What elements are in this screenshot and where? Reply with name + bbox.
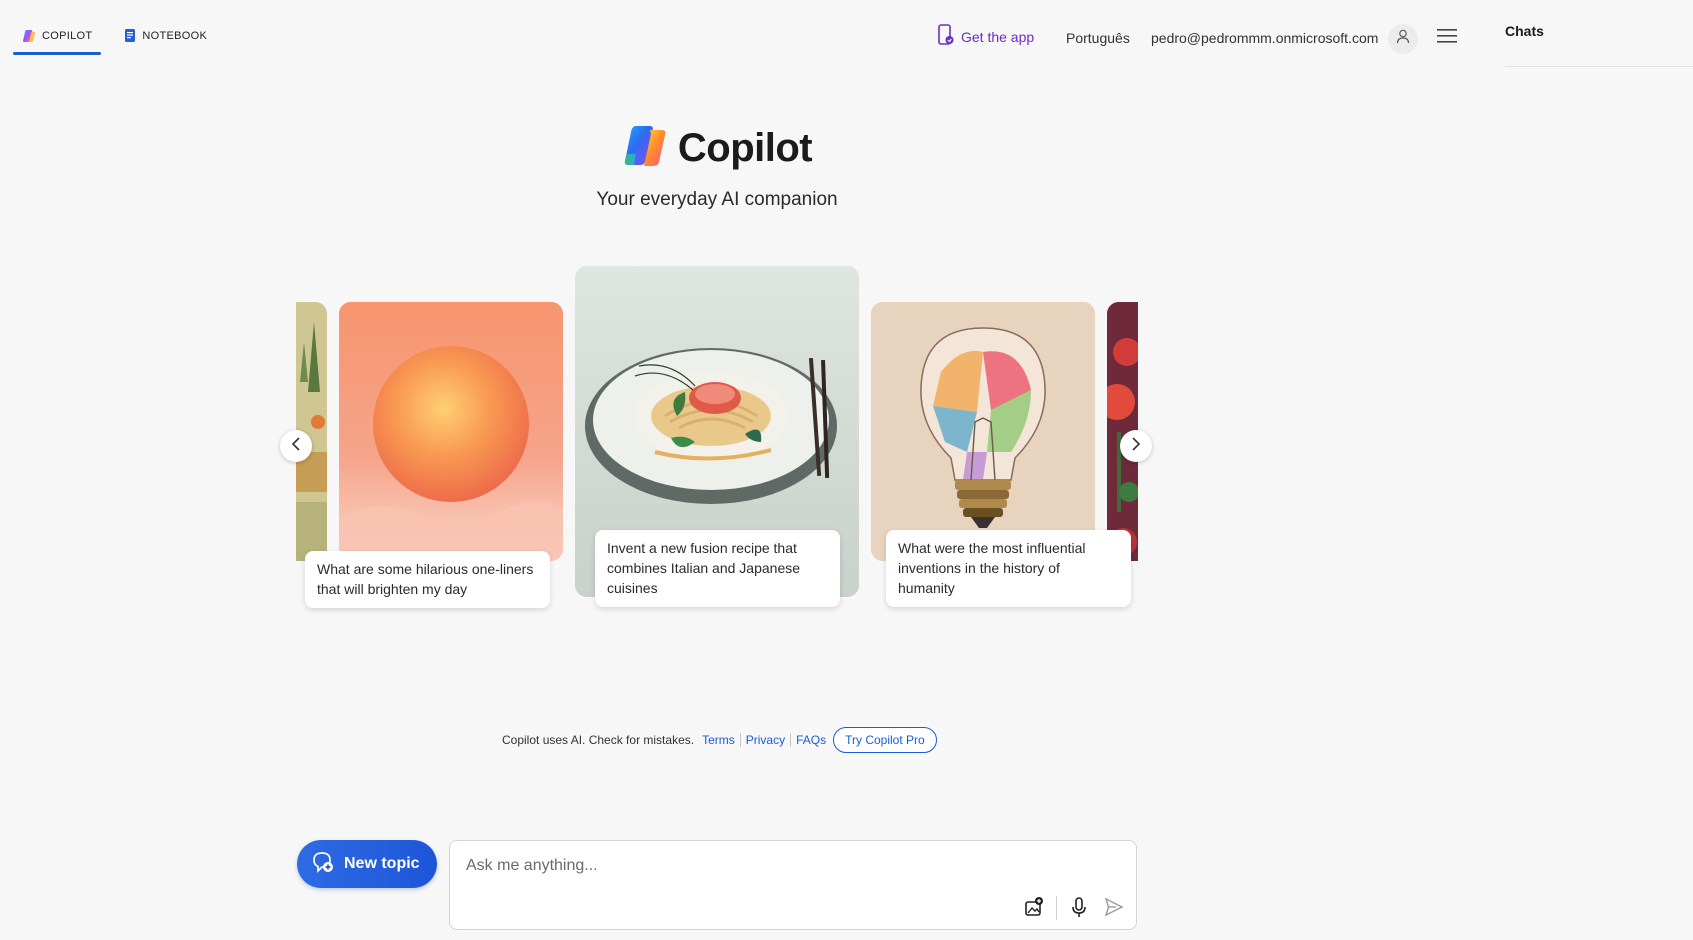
new-topic-icon <box>310 850 334 879</box>
privacy-link[interactable]: Privacy <box>746 733 785 747</box>
chats-panel-title: Chats <box>1505 23 1544 39</box>
copilot-logo-icon <box>622 124 668 173</box>
carousel-card-inventions[interactable] <box>871 302 1095 561</box>
link-separator <box>790 733 792 747</box>
hero-logo-row: Copilot <box>590 124 844 173</box>
get-the-app-link[interactable]: Get the app <box>937 24 1034 49</box>
tab-copilot[interactable]: COPILOT <box>13 28 102 55</box>
composer-divider <box>1056 896 1057 920</box>
hamburger-menu-button[interactable] <box>1437 28 1457 49</box>
carousel-prev-button[interactable] <box>280 430 312 462</box>
link-separator <box>739 733 741 747</box>
suggestion-carousel: What are some hilarious one-liners that … <box>296 266 1138 616</box>
chat-composer <box>449 840 1137 930</box>
footer-note: Copilot uses AI. Check for mistakes. Ter… <box>502 727 937 753</box>
language-selector[interactable]: Português <box>1066 30 1130 46</box>
user-icon <box>1396 29 1410 49</box>
get-the-app-label: Get the app <box>961 28 1035 45</box>
tab-notebook-label: NOTEBOOK <box>142 29 208 42</box>
carousel-caption-one-liners[interactable]: What are some hilarious one-liners that … <box>305 551 550 608</box>
hero-title: Copilot <box>677 126 813 170</box>
top-tabs: COPILOT NOTEBOOK <box>13 28 216 55</box>
send-icon[interactable] <box>1104 897 1124 922</box>
hamburger-icon <box>1437 29 1457 48</box>
phone-icon <box>937 24 955 49</box>
chats-divider <box>1505 66 1693 67</box>
try-copilot-pro-button[interactable]: Try Copilot Pro <box>833 727 937 753</box>
faqs-link[interactable]: FAQs <box>796 733 826 747</box>
account-email[interactable]: pedro@pedrommm.onmicrosoft.com <box>1151 30 1378 46</box>
ai-disclaimer: Copilot uses AI. Check for mistakes. <box>502 733 695 747</box>
hero-subtitle: Your everyday AI companion <box>596 189 838 210</box>
new-topic-label: New topic <box>344 855 420 872</box>
lightbulb-illustration <box>871 302 1095 561</box>
chevron-left-icon <box>291 436 301 456</box>
carousel-next-button[interactable] <box>1120 430 1152 462</box>
sun-illustration <box>339 302 563 561</box>
carousel-card-one-liners[interactable] <box>339 302 563 561</box>
hero: Copilot Your everyday AI companion <box>590 124 844 211</box>
notebook-icon <box>124 28 136 43</box>
avatar[interactable] <box>1388 24 1418 54</box>
add-image-icon[interactable] <box>1024 897 1044 922</box>
carousel-caption-fusion-recipe[interactable]: Invent a new fusion recipe that combines… <box>595 530 840 607</box>
microphone-icon[interactable] <box>1070 897 1088 924</box>
new-topic-button[interactable]: New topic <box>297 840 437 888</box>
tab-copilot-label: COPILOT <box>42 29 93 42</box>
carousel-caption-inventions[interactable]: What were the most influential invention… <box>886 530 1131 607</box>
chevron-right-icon <box>1131 436 1141 456</box>
copilot-logo-icon <box>22 29 36 43</box>
tab-notebook[interactable]: NOTEBOOK <box>115 28 216 55</box>
terms-link[interactable]: Terms <box>702 733 735 747</box>
ask-input[interactable] <box>464 853 1108 879</box>
